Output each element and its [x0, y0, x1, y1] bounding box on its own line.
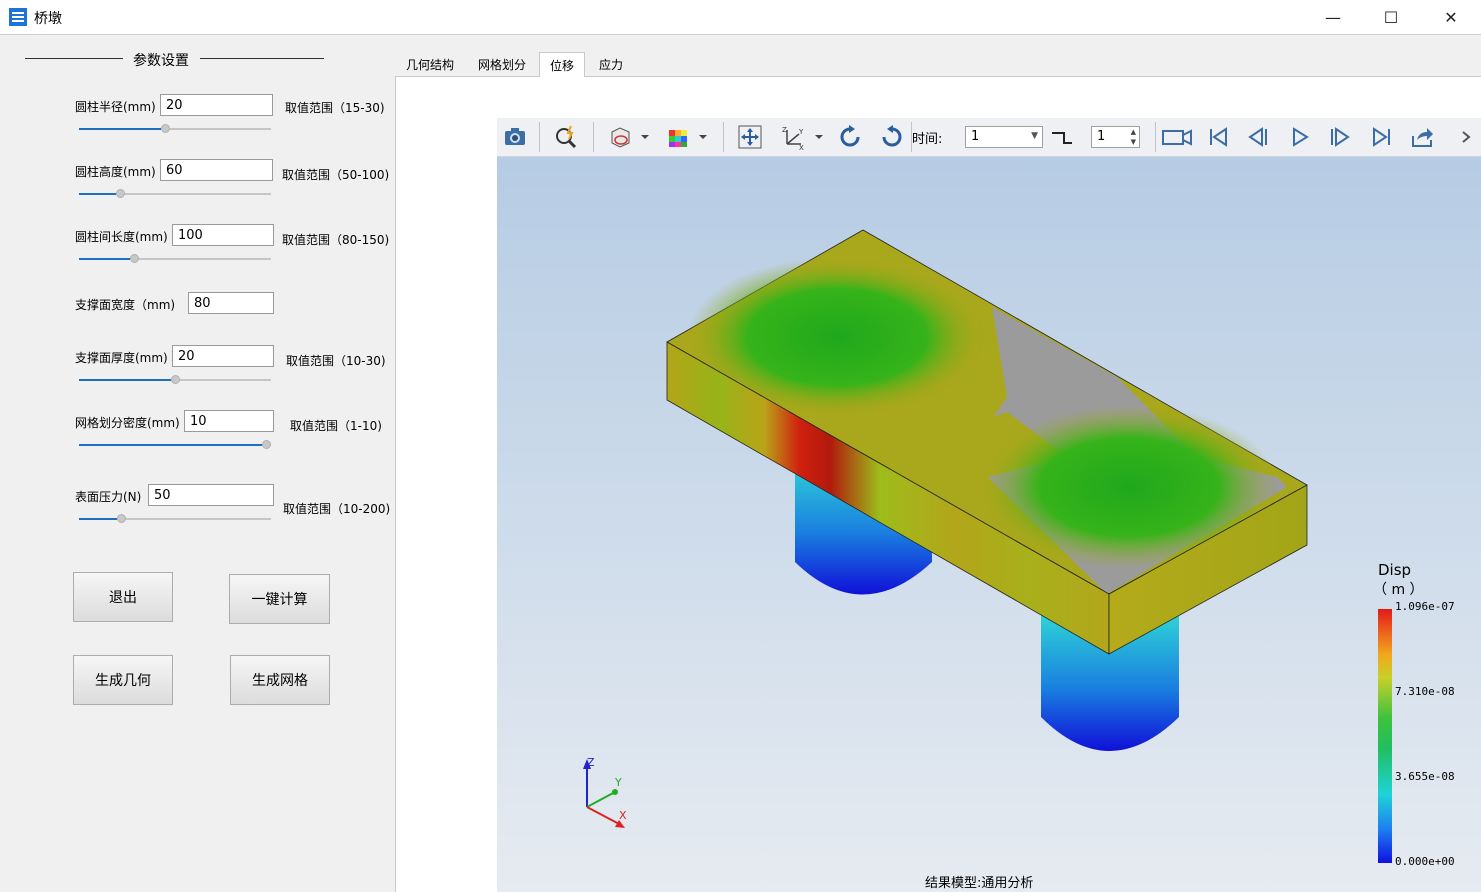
- group-title: 参数设置: [133, 53, 189, 69]
- support-width-label: 支撑面宽度（mm): [75, 298, 176, 312]
- radius-label: 圆柱半径(mm): [75, 100, 156, 114]
- spacing-label: 圆柱间长度(mm): [75, 230, 168, 244]
- svg-text:Z: Z: [782, 126, 787, 134]
- support-thickness-slider[interactable]: [79, 374, 271, 386]
- close-button[interactable]: ✕: [1422, 0, 1480, 34]
- camera-icon[interactable]: [502, 124, 528, 150]
- height-input[interactable]: [160, 159, 273, 181]
- exit-button[interactable]: 退出: [73, 572, 173, 622]
- svg-text:Y: Y: [798, 128, 804, 136]
- color-cube-icon[interactable]: [665, 124, 691, 150]
- spacing-range: 取值范围（80-150): [282, 233, 390, 247]
- tab-displacement[interactable]: 位移: [539, 52, 586, 77]
- play-icon[interactable]: [1287, 124, 1313, 150]
- spacing-slider[interactable]: [79, 253, 271, 265]
- tab-geometry[interactable]: 几何结构: [396, 52, 464, 76]
- axis-z-label: Z: [587, 756, 595, 769]
- step-spinbox[interactable]: 1 ▲ ▼: [1091, 126, 1140, 148]
- svg-text:X: X: [799, 144, 804, 150]
- compute-button[interactable]: 一键计算: [229, 574, 330, 624]
- pressure-range: 取值范围（10-200): [283, 502, 391, 516]
- spacing-input[interactable]: [172, 224, 274, 246]
- axes-orientation-icon[interactable]: Z Y X: [781, 124, 807, 150]
- generate-mesh-button[interactable]: 生成网格: [230, 655, 330, 705]
- legend-title: Disp: [1378, 561, 1412, 579]
- app-icon: [9, 8, 27, 26]
- legend-unit: （ m ）: [1373, 582, 1424, 598]
- 3d-viewport[interactable]: Z Y X: [497, 157, 1481, 892]
- rotate-cw-icon[interactable]: [837, 124, 863, 150]
- tab-mesh[interactable]: 网格划分: [468, 52, 536, 76]
- height-slider[interactable]: [79, 188, 271, 200]
- axis-x-label: X: [619, 809, 627, 822]
- height-label: 圆柱高度(mm): [75, 165, 156, 179]
- mesh-density-slider[interactable]: [79, 439, 271, 451]
- more-icon[interactable]: [1459, 124, 1473, 150]
- legend-value: 7.310e-08: [1395, 685, 1455, 698]
- generate-geometry-button[interactable]: 生成几何: [73, 655, 173, 705]
- status-text: 结果模型:通用分析: [925, 876, 1034, 891]
- export-icon[interactable]: [1409, 124, 1435, 150]
- time-step-icon: [1052, 132, 1072, 144]
- group-line-right: [200, 58, 324, 59]
- maximize-button[interactable]: ☐: [1362, 0, 1420, 34]
- pressure-label: 表面压力(N): [75, 490, 142, 504]
- divider: [0, 34, 1481, 35]
- chevron-down-icon[interactable]: [697, 124, 709, 150]
- mesh-density-label: 网格划分密度(mm): [75, 416, 180, 430]
- title-bar: 桥墩 — ☐ ✕: [0, 0, 1481, 34]
- chevron-down-icon[interactable]: [813, 124, 825, 150]
- support-thickness-input[interactable]: [172, 345, 274, 367]
- display-mode-icon[interactable]: [607, 124, 633, 150]
- video-record-icon[interactable]: [1161, 124, 1193, 150]
- tab-stress[interactable]: 应力: [589, 52, 633, 76]
- support-width-input[interactable]: [188, 292, 274, 314]
- mesh-density-input[interactable]: [184, 410, 274, 432]
- legend-color-bar: [1378, 609, 1392, 863]
- chevron-down-icon: ▼: [1031, 131, 1038, 141]
- previous-frame-icon[interactable]: [1245, 124, 1271, 150]
- legend-value: 3.655e-08: [1395, 770, 1455, 783]
- radius-range: 取值范围（15-30): [285, 101, 385, 115]
- legend-value: 0.000e+00: [1395, 855, 1455, 868]
- next-frame-icon[interactable]: [1327, 124, 1353, 150]
- support-thickness-range: 取值范围（10-30): [286, 354, 386, 368]
- window-title: 桥墩: [34, 11, 62, 27]
- pan-icon[interactable]: [737, 124, 763, 150]
- support-thickness-label: 支撑面厚度(mm): [75, 351, 168, 365]
- bridge-pier-model: Z Y X: [583, 229, 1308, 828]
- rotate-ccw-icon[interactable]: [879, 124, 905, 150]
- mesh-density-range: 取值范围（1-10): [290, 419, 382, 433]
- axis-triad: Z Y X: [583, 756, 627, 828]
- radius-slider[interactable]: [79, 123, 271, 135]
- spin-arrows-icon[interactable]: ▲ ▼: [1131, 127, 1136, 147]
- group-line-left: [25, 58, 123, 59]
- radius-input[interactable]: [160, 94, 273, 116]
- chevron-down-icon[interactable]: [639, 124, 651, 150]
- time-select[interactable]: 1 ▼: [965, 126, 1043, 148]
- first-frame-icon[interactable]: [1205, 124, 1231, 150]
- height-range: 取值范围（50-100): [282, 168, 390, 182]
- time-label: 时间:: [912, 132, 943, 147]
- axis-y-label: Y: [614, 776, 622, 789]
- minimize-button[interactable]: —: [1304, 0, 1362, 34]
- legend-value: 1.096e-07: [1395, 600, 1455, 613]
- zoom-fit-icon[interactable]: [553, 124, 579, 150]
- pressure-slider[interactable]: [79, 513, 271, 525]
- pressure-input[interactable]: [148, 484, 274, 506]
- last-frame-icon[interactable]: [1369, 124, 1395, 150]
